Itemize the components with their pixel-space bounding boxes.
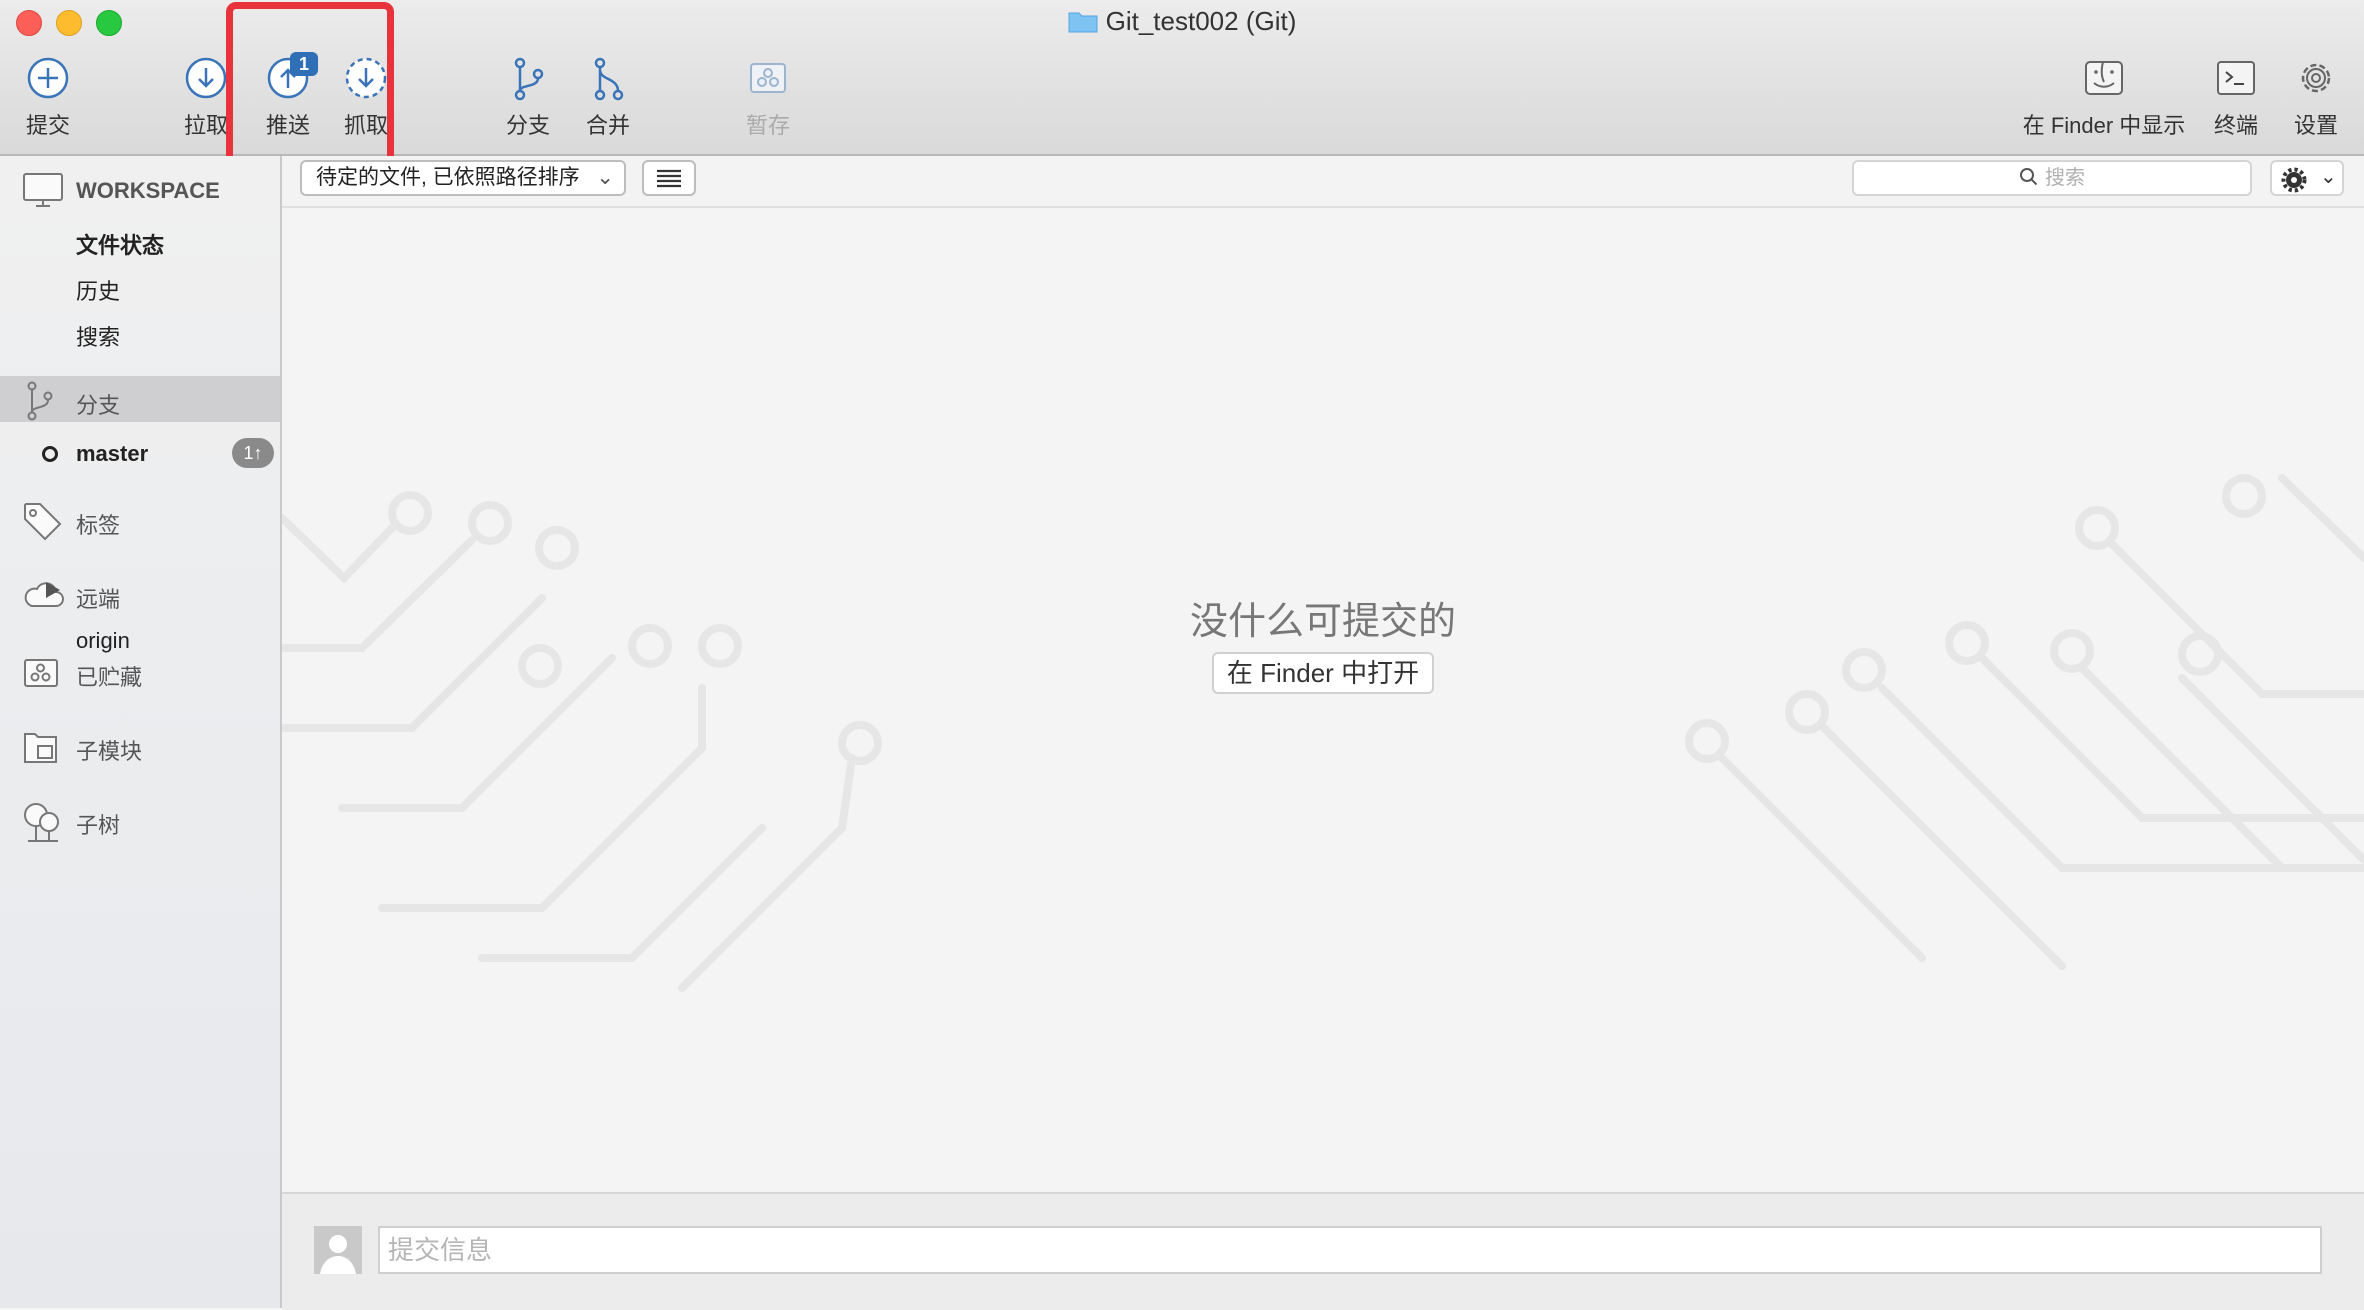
sidebar-workspace-title: WORKSPACE	[76, 178, 220, 203]
branch-icon	[22, 380, 62, 430]
merge-label: 合并	[585, 113, 630, 138]
search-input[interactable]: 搜索	[1852, 160, 2252, 196]
file-sort-value: 待定的文件, 已依照路径排序	[316, 166, 580, 189]
submodule-icon	[22, 728, 62, 774]
sidebar-item-search[interactable]: 搜索	[76, 320, 120, 352]
sidebar-tags-title: 标签	[76, 513, 121, 538]
stash-label: 暂存	[745, 113, 790, 138]
sidebar-submodules-title: 子模块	[76, 739, 143, 764]
sidebar-item-file-status[interactable]: 文件状态	[76, 228, 164, 260]
folder-icon	[1068, 9, 1098, 40]
merge-button[interactable]: 合并	[578, 56, 638, 140]
commit-message-input[interactable]: 提交信息	[378, 1226, 2322, 1274]
settings-label: 设置	[2293, 113, 2338, 138]
chevron-down-icon: ⌄	[596, 166, 614, 189]
tree-icon	[22, 800, 64, 850]
sidebar-branch-master[interactable]: master	[76, 441, 148, 467]
sidebar-remote-origin[interactable]: origin	[76, 628, 130, 654]
sidebar-item-history[interactable]: 历史	[76, 274, 120, 306]
view-options-button[interactable]: ⌄	[2270, 160, 2344, 196]
branch-button[interactable]: 分支	[498, 56, 558, 140]
add-circle-icon	[18, 56, 78, 102]
terminal-label: 终端	[2213, 113, 2258, 138]
ahead-count-badge: 1↑	[232, 438, 274, 468]
stash-button[interactable]: 暂存	[738, 56, 798, 140]
sidebar-stashes-title: 已贮藏	[76, 665, 143, 690]
gear-icon	[2286, 56, 2346, 102]
stash-icon	[22, 654, 62, 700]
monitor-icon	[22, 170, 66, 216]
sidebar-subtrees-title: 子树	[76, 813, 121, 838]
sidebar-branches-title: 分支	[76, 393, 121, 418]
show-in-finder-button[interactable]: 在 Finder 中显示	[2016, 56, 2192, 140]
file-sort-dropdown[interactable]: 待定的文件, 已依照路径排序 ⌄	[300, 160, 626, 196]
commit-button[interactable]: 提交	[18, 56, 78, 140]
branch-icon	[498, 56, 558, 102]
finder-icon	[2016, 56, 2192, 102]
file-status-panel: 没什么可提交的 在 Finder 中打开	[282, 208, 2364, 1192]
list-icon	[644, 169, 694, 198]
circuit-background-graphic	[282, 474, 2364, 992]
search-icon	[2019, 165, 2039, 197]
merge-icon	[578, 56, 638, 102]
tag-icon	[22, 500, 64, 548]
empty-state-message: 没什么可提交的	[1189, 601, 1456, 643]
stash-icon	[738, 56, 798, 102]
terminal-icon	[2206, 56, 2266, 102]
terminal-button[interactable]: 终端	[2206, 56, 2266, 140]
avatar	[314, 1226, 362, 1274]
show-in-finder-label: 在 Finder 中显示	[2022, 113, 2186, 138]
list-view-toggle[interactable]	[642, 160, 696, 196]
search-placeholder: 搜索	[2045, 167, 2085, 189]
commit-label: 提交	[25, 113, 70, 138]
open-in-finder-button[interactable]: 在 Finder 中打开	[1212, 652, 1434, 694]
branch-label: 分支	[505, 113, 550, 138]
gear-icon	[2280, 166, 2308, 199]
chevron-down-icon: ⌄	[2320, 166, 2337, 188]
sidebar-remotes-title: 远端	[76, 587, 121, 612]
current-branch-indicator-icon	[40, 444, 60, 469]
window-title-text: Git_test002 (Git)	[1105, 6, 1297, 36]
sidebar: WORKSPACE 文件状态 历史 搜索 分支 master 标签 远端 ori…	[0, 156, 282, 1308]
settings-button[interactable]: 设置	[2286, 56, 2346, 140]
